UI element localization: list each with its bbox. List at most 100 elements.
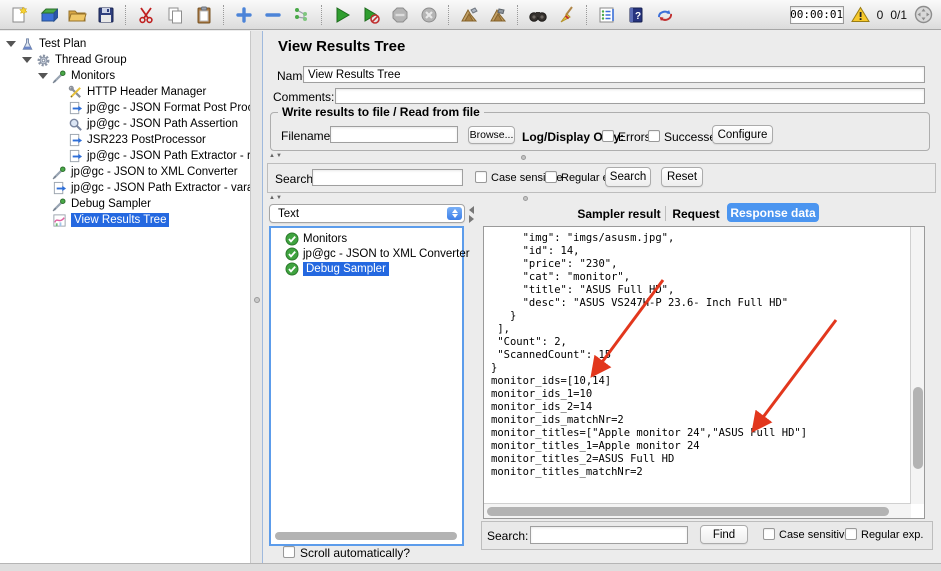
horizontal-splitter[interactable] bbox=[265, 152, 941, 161]
tree-item-test-plan[interactable]: Test Plan bbox=[6, 36, 86, 52]
expand-right-icon[interactable] bbox=[469, 215, 474, 223]
comments-label: Comments: bbox=[273, 90, 335, 104]
regular-exp-checkbox[interactable] bbox=[545, 171, 557, 183]
postprocessor-doc-icon bbox=[69, 133, 83, 146]
splitter-collapse-icons[interactable]: ▲▼ bbox=[269, 153, 283, 159]
tree-item-monitors[interactable]: Monitors bbox=[38, 68, 115, 84]
cut-button[interactable] bbox=[133, 3, 158, 27]
function-helper-button[interactable] bbox=[594, 3, 619, 27]
tree-item-http-header-manager[interactable]: HTTP Header Manager bbox=[68, 84, 206, 100]
tree-item-json-path-extractor-resp[interactable]: jp@gc - JSON Path Extractor - resp bbox=[68, 148, 250, 164]
tab-divider bbox=[665, 206, 666, 221]
start-no-pauses-button[interactable] bbox=[358, 3, 383, 27]
result-item-label: Monitors bbox=[303, 232, 348, 245]
help-button[interactable]: ? bbox=[623, 3, 648, 27]
scroll-automatically-checkbox[interactable] bbox=[283, 546, 295, 558]
splitter-handle[interactable] bbox=[521, 155, 526, 160]
save-button[interactable] bbox=[93, 3, 118, 27]
plugins-manager-button[interactable] bbox=[652, 3, 677, 27]
splitter-handle[interactable] bbox=[523, 196, 528, 201]
toolbar-separator bbox=[448, 4, 449, 25]
response-data-text[interactable]: "img": "imgs/asusm.jpg", "id": 14, "pric… bbox=[491, 232, 807, 479]
filename-input[interactable] bbox=[330, 126, 458, 143]
horizontal-splitter[interactable] bbox=[265, 194, 941, 203]
search-button[interactable]: Search bbox=[605, 167, 651, 187]
tree-item-jsr223-postprocessor[interactable]: JSR223 PostProcessor bbox=[68, 132, 206, 148]
find-button[interactable]: Find bbox=[700, 525, 748, 544]
tree-item-view-results-tree[interactable]: View Results Tree bbox=[52, 212, 170, 228]
expand-all-button[interactable] bbox=[231, 3, 256, 27]
view-mode-select[interactable]: Text bbox=[269, 204, 465, 223]
toolbar-separator bbox=[586, 4, 587, 25]
new-file-button[interactable] bbox=[6, 3, 31, 27]
tree-item-json-path-assertion[interactable]: jp@gc - JSON Path Assertion bbox=[68, 116, 238, 132]
templates-button[interactable] bbox=[35, 3, 60, 27]
main-splitter[interactable] bbox=[250, 31, 263, 571]
test-plan-icon bbox=[22, 37, 33, 50]
errors-checkbox[interactable] bbox=[602, 130, 614, 142]
reset-button[interactable]: Reset bbox=[661, 167, 703, 187]
successes-checkbox[interactable] bbox=[648, 130, 660, 142]
filename-label: Filename bbox=[281, 129, 331, 143]
collapse-all-button[interactable] bbox=[260, 3, 285, 27]
paste-button[interactable] bbox=[191, 3, 216, 27]
expanded-triangle-icon[interactable] bbox=[38, 73, 48, 79]
open-file-button[interactable] bbox=[64, 3, 89, 27]
errors-label: Errors bbox=[618, 130, 651, 144]
result-item-monitors[interactable]: Monitors bbox=[285, 231, 347, 246]
find-input[interactable] bbox=[530, 526, 688, 544]
find-regular-exp-checkbox[interactable] bbox=[845, 528, 857, 540]
tree-item-json-to-xml-converter[interactable]: jp@gc - JSON to XML Converter bbox=[52, 164, 238, 180]
postprocessor-doc-icon bbox=[69, 149, 83, 162]
remote-start-all-button[interactable] bbox=[456, 3, 481, 27]
tree-item-thread-group[interactable]: Thread Group bbox=[22, 52, 127, 68]
response-vscrollbar[interactable] bbox=[910, 227, 924, 504]
name-input[interactable] bbox=[303, 66, 925, 83]
copy-button[interactable] bbox=[162, 3, 187, 27]
stop-button[interactable] bbox=[387, 3, 412, 27]
clear-all-button[interactable] bbox=[554, 3, 579, 27]
response-hscrollbar-thumb[interactable] bbox=[487, 507, 889, 516]
save-icon bbox=[98, 7, 113, 22]
tree-item-label: jp@gc - JSON Path Extractor - resp bbox=[87, 150, 250, 162]
splitter-handle[interactable] bbox=[254, 297, 260, 303]
case-sensitive-checkbox[interactable] bbox=[475, 171, 487, 183]
tree-item-json-path-extractor-variable[interactable]: jp@gc - JSON Path Extractor - varaible bbox=[52, 180, 250, 196]
toolbar-status-cluster: 00:00:01 0 0/1 bbox=[789, 5, 935, 24]
start-button[interactable] bbox=[329, 3, 354, 27]
open-folder-icon bbox=[67, 10, 87, 21]
shutdown-icon bbox=[421, 7, 436, 22]
toolbar: ? 00:00:01 0 0/1 bbox=[0, 0, 941, 30]
response-hscrollbar[interactable] bbox=[484, 503, 911, 518]
response-vscrollbar-thumb[interactable] bbox=[912, 387, 923, 469]
warning-icon[interactable] bbox=[850, 6, 870, 23]
search-button-toolbar[interactable] bbox=[525, 3, 550, 27]
results-hscrollbar-thumb[interactable] bbox=[275, 532, 457, 540]
remote-stop-all-button[interactable] bbox=[485, 3, 510, 27]
comments-input[interactable] bbox=[335, 88, 925, 104]
tree-item-json-format-post-processor[interactable]: jp@gc - JSON Format Post Processo bbox=[68, 100, 250, 116]
tree-item-label: jp@gc - JSON Format Post Processo bbox=[87, 102, 250, 114]
result-item-json-to-xml[interactable]: jp@gc - JSON to XML Converter bbox=[285, 246, 470, 261]
elapsed-timer: 00:00:01 bbox=[789, 5, 844, 24]
templates-icon bbox=[40, 7, 58, 22]
tab-sampler-result[interactable]: Sampler result bbox=[576, 204, 662, 223]
shutdown-button[interactable] bbox=[416, 3, 441, 27]
toggle-button[interactable] bbox=[289, 3, 314, 27]
jmeter-window: ? 00:00:01 0 0/1 Test Plan Thread Group … bbox=[0, 0, 941, 571]
result-item-debug-sampler-selected[interactable]: Debug Sampler bbox=[285, 261, 389, 276]
tree-item-debug-sampler[interactable]: Debug Sampler bbox=[52, 196, 151, 212]
browse-button[interactable]: Browse... bbox=[468, 126, 515, 144]
svg-text:?: ? bbox=[634, 11, 640, 22]
search-input[interactable] bbox=[312, 169, 463, 186]
plus-icon bbox=[235, 6, 252, 23]
collapse-left-icon[interactable] bbox=[469, 206, 474, 214]
splitter-collapse-icons[interactable]: ▲▼ bbox=[269, 195, 283, 201]
tab-request[interactable]: Request bbox=[668, 204, 724, 223]
expanded-triangle-icon[interactable] bbox=[22, 57, 32, 63]
tab-response-data[interactable]: Response data bbox=[727, 203, 819, 222]
find-case-sensitive-label: Case sensitive bbox=[779, 529, 851, 541]
configure-button[interactable]: Configure bbox=[712, 125, 773, 144]
expanded-triangle-icon[interactable] bbox=[6, 41, 16, 47]
find-case-sensitive-checkbox[interactable] bbox=[763, 528, 775, 540]
